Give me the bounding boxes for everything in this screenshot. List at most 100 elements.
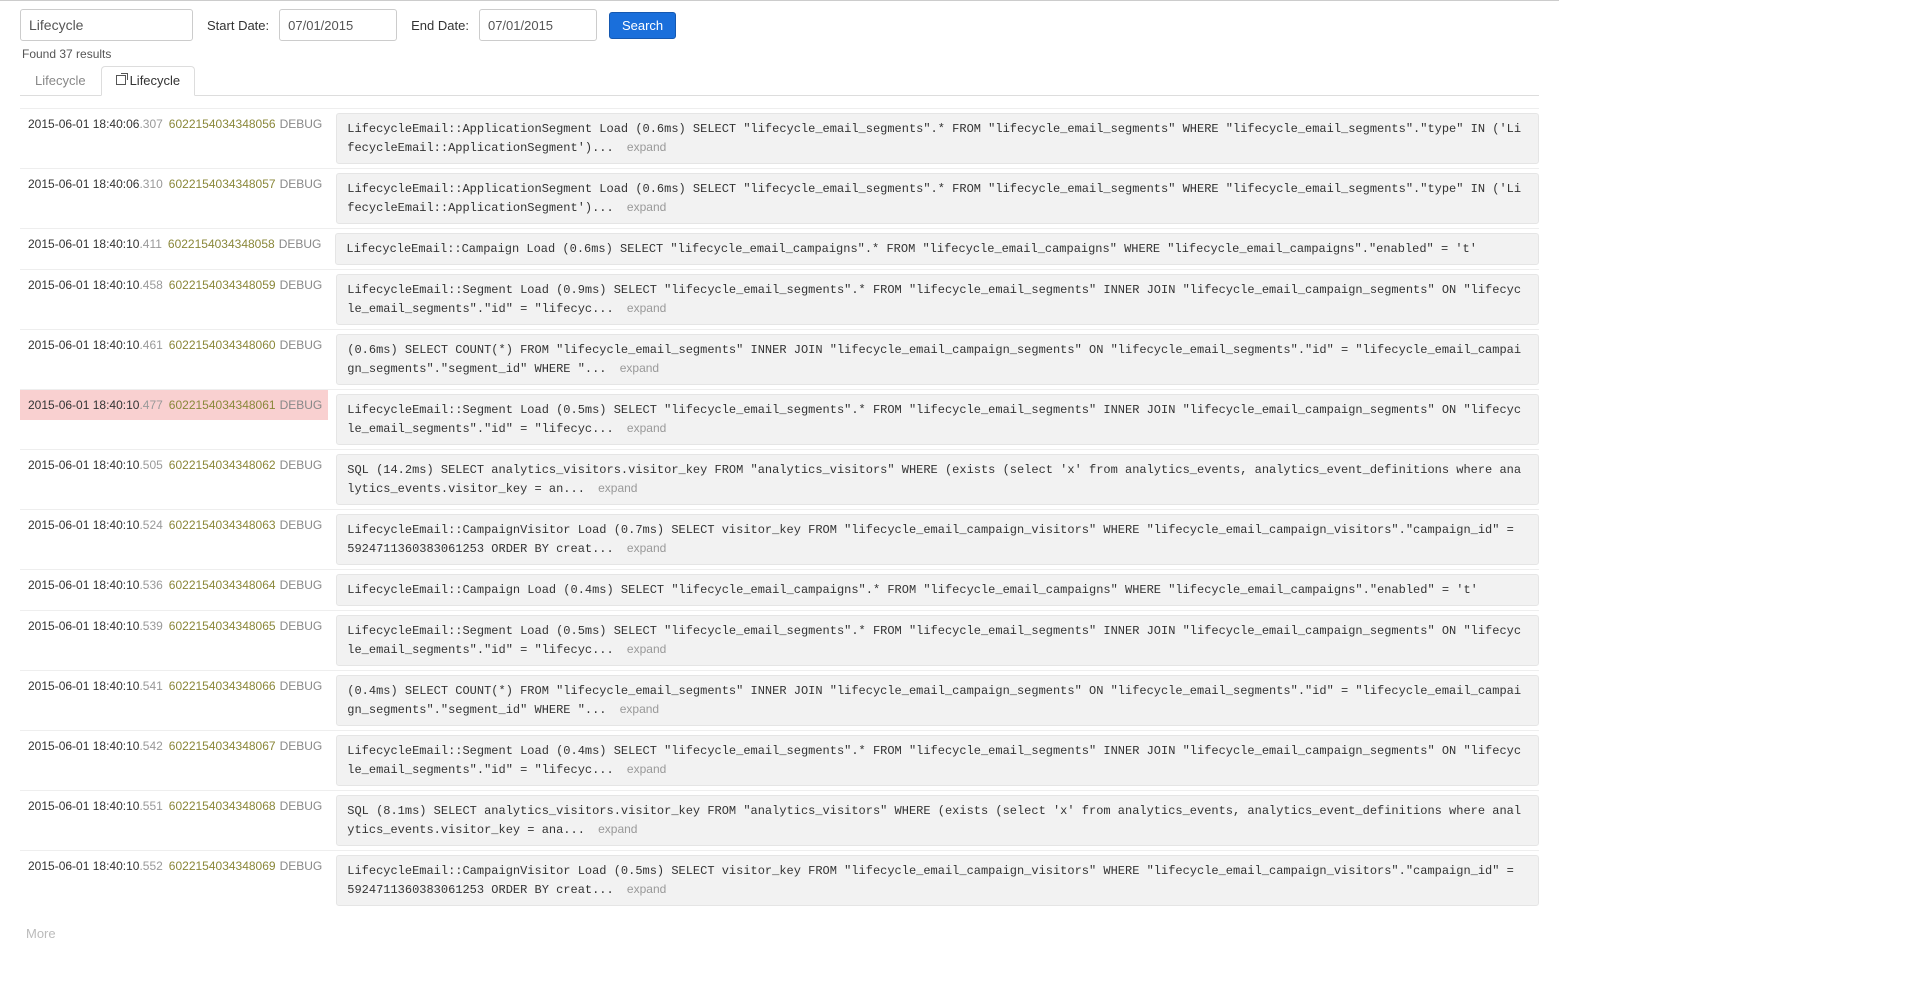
log-meta: 2015-06-01 18:40:10.4616022154034348060D… [20, 330, 328, 360]
tab-lifecycle-active[interactable]: Lifecycle [101, 66, 196, 96]
tabs: Lifecycle Lifecycle [20, 65, 1539, 96]
log-meta: 2015-06-01 18:40:10.5366022154034348064D… [20, 570, 328, 600]
log-message: LifecycleEmail::CampaignVisitor Load (0.… [336, 514, 1539, 565]
log-row: 2015-06-01 18:40:10.458 6022154034348059 D… [20, 269, 1539, 329]
expand-link[interactable]: expand [598, 481, 637, 495]
log-level: DEBUG [280, 679, 323, 693]
log-level: DEBUG [279, 237, 322, 251]
log-level: DEBUG [280, 177, 323, 191]
log-sequence-link[interactable]: 6022154034348066 [169, 679, 276, 693]
expand-link[interactable]: expand [627, 882, 666, 896]
log-timestamp-ms: .307 [139, 117, 162, 131]
log-sequence-link[interactable]: 6022154034348056 [169, 117, 276, 131]
log-row: 2015-06-01 18:40:10.5366022154034348064D… [20, 569, 1539, 610]
expand-link[interactable]: expand [627, 200, 666, 214]
log-level: DEBUG [280, 278, 323, 292]
tab-lifecycle-inactive[interactable]: Lifecycle [20, 66, 101, 96]
log-message: LifecycleEmail::Segment Load (0.5ms) SEL… [336, 394, 1539, 445]
log-row: 2015-06-01 18:40:10.4616022154034348060D… [20, 329, 1539, 389]
log-message: (0.4ms) SELECT COUNT(*) FROM "lifecycle_… [336, 675, 1539, 726]
expand-link[interactable]: expand [627, 762, 666, 776]
log-timestamp-ms: .552 [139, 859, 162, 873]
log-level: DEBUG [280, 458, 323, 472]
log-meta: 2015-06-01 18:40:06.3076022154034348056D… [20, 109, 328, 139]
log-timestamp-ms: .310 [139, 177, 162, 191]
log-sequence-link[interactable]: 6022154034348058 [168, 237, 275, 251]
log-message: LifecycleEmail::CampaignVisitor Load (0.… [336, 855, 1539, 906]
start-date-input[interactable] [279, 9, 397, 41]
log-sequence-link[interactable]: 6022154034348060 [169, 338, 276, 352]
start-date-label: Start Date: [207, 18, 269, 33]
expand-link[interactable]: expand [627, 421, 666, 435]
more-link[interactable]: More [26, 926, 56, 941]
log-timestamp-ms: .541 [139, 679, 162, 693]
log-timestamp-ms: .477 [139, 398, 162, 412]
search-button[interactable]: Search [609, 12, 676, 39]
log-meta: 2015-06-01 18:40:10.458 6022154034348059 D… [20, 270, 328, 300]
log-sequence-link[interactable]: 6022154034348061 [169, 398, 276, 412]
log-message: LifecycleEmail::ApplicationSegment Load … [336, 173, 1539, 224]
log-sequence-link[interactable]: 6022154034348063 [169, 518, 276, 532]
log-sequence-link[interactable]: 6022154034348062 [169, 458, 276, 472]
log-timestamp-ms: .542 [139, 739, 162, 753]
log-message: LifecycleEmail::Segment Load (0.9ms) SEL… [336, 274, 1539, 325]
log-meta: 2015-06-01 18:40:10.5246022154034348063D… [20, 510, 328, 540]
log-timestamp-ms: .505 [139, 458, 162, 472]
results-count: Found 37 results [22, 47, 1539, 61]
log-meta: 2015-06-01 18:40:10.4776022154034348061D… [20, 390, 328, 420]
expand-link[interactable]: expand [620, 702, 659, 716]
log-timestamp: 2015-06-01 18:40:10 [28, 338, 139, 352]
log-timestamp: 2015-06-01 18:40:10 [28, 518, 139, 532]
log-row: 2015-06-01 18:40:10.539 6022154034348065 D… [20, 610, 1539, 670]
log-meta: 2015-06-01 18:40:10.5426022154034348067D… [20, 731, 328, 761]
log-timestamp: 2015-06-01 18:40:10 [28, 739, 139, 753]
log-row: 2015-06-01 18:40:10.5056022154034348062D… [20, 449, 1539, 509]
expand-link[interactable]: expand [627, 541, 666, 555]
end-date-input[interactable] [479, 9, 597, 41]
log-sequence-link[interactable]: 6022154034348064 [169, 578, 276, 592]
log-timestamp-ms: .536 [139, 578, 162, 592]
log-message: LifecycleEmail::ApplicationSegment Load … [336, 113, 1539, 164]
expand-link[interactable]: expand [627, 140, 666, 154]
log-sequence-link[interactable]: 6022154034348067 [169, 739, 276, 753]
log-sequence-link[interactable]: 6022154034348065 [169, 619, 276, 633]
log-timestamp: 2015-06-01 18:40:06 [28, 177, 139, 191]
log-meta: 2015-06-01 18:40:10.5416022154034348066D… [20, 671, 328, 701]
log-timestamp: 2015-06-01 18:40:06 [28, 117, 139, 131]
log-message: LifecycleEmail::Segment Load (0.5ms) SEL… [336, 615, 1539, 666]
log-level: DEBUG [280, 619, 323, 633]
app-root: Start Date: End Date: Search Found 37 re… [0, 0, 1559, 961]
log-timestamp: 2015-06-01 18:40:10 [28, 799, 139, 813]
log-row: 2015-06-01 18:40:10.4116022154034348058D… [20, 228, 1539, 269]
expand-link[interactable]: expand [620, 361, 659, 375]
log-sequence-link[interactable]: 6022154034348059 [169, 278, 276, 292]
log-timestamp: 2015-06-01 18:40:10 [28, 619, 139, 633]
log-timestamp: 2015-06-01 18:40:10 [28, 578, 139, 592]
log-sequence-link[interactable]: 6022154034348069 [169, 859, 276, 873]
log-timestamp: 2015-06-01 18:40:10 [28, 278, 139, 292]
log-message: LifecycleEmail::Segment Load (0.4ms) SEL… [336, 735, 1539, 786]
log-sequence-link[interactable]: 6022154034348057 [169, 177, 276, 191]
log-row: 2015-06-01 18:40:06.310 6022154034348057 D… [20, 168, 1539, 228]
log-row: 2015-06-01 18:40:10.5426022154034348067D… [20, 730, 1539, 790]
log-message: (0.6ms) SELECT COUNT(*) FROM "lifecycle_… [336, 334, 1539, 385]
tab-lifecycle-active-label: Lifecycle [130, 73, 181, 88]
log-timestamp-ms: .539 [139, 619, 162, 633]
log-meta: 2015-06-01 18:40:10.551 6022154034348068 D… [20, 791, 328, 821]
log-timestamp-ms: .411 [139, 237, 161, 251]
log-level: DEBUG [280, 799, 323, 813]
log-row: 2015-06-01 18:40:10.4776022154034348061D… [20, 389, 1539, 449]
log-message: SQL (14.2ms) SELECT analytics_visitors.v… [336, 454, 1539, 505]
search-input[interactable] [20, 9, 193, 41]
expand-link[interactable]: expand [627, 642, 666, 656]
log-level: DEBUG [280, 338, 323, 352]
log-timestamp-ms: .458 [139, 278, 162, 292]
expand-link[interactable]: expand [598, 822, 637, 836]
log-meta: 2015-06-01 18:40:10.539 6022154034348065 D… [20, 611, 328, 641]
expand-link[interactable]: expand [627, 301, 666, 315]
end-date-label: End Date: [411, 18, 469, 33]
log-level: DEBUG [280, 518, 323, 532]
log-meta: 2015-06-01 18:40:10.5056022154034348062D… [20, 450, 328, 480]
log-sequence-link[interactable]: 6022154034348068 [169, 799, 276, 813]
log-timestamp-ms: .551 [139, 799, 162, 813]
